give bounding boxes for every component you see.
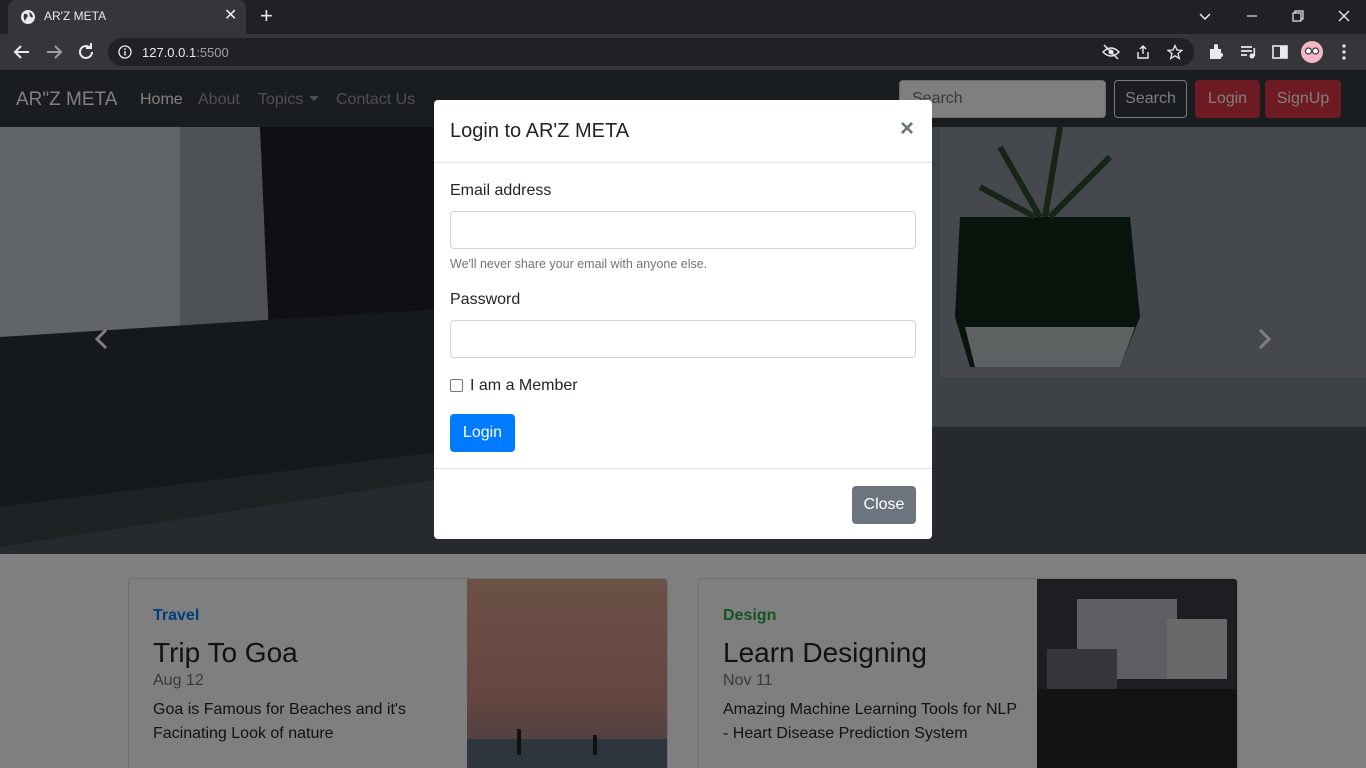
password-label: Password [450,291,521,308]
back-icon[interactable] [10,40,34,64]
tab-close-icon[interactable]: ✕ [224,7,237,25]
forward-icon[interactable] [42,40,66,64]
browser-tabstrip: AR'Z META ✕ + [0,0,1366,34]
bookmark-star-icon[interactable] [1167,44,1183,60]
more-menu-icon[interactable] [1334,42,1354,62]
tab-title: AR'Z META [44,9,107,23]
browser-toolbar: 127.0.0.1:5500 [0,34,1366,70]
member-checkbox-label[interactable]: I am a Member [470,377,578,395]
media-queue-icon[interactable] [1238,42,1258,62]
email-help-text: We'll never share your email with anyone… [450,257,708,271]
reload-icon[interactable] [74,40,98,64]
modal-login-button[interactable]: Login [450,414,515,452]
web-page: AR"Z META Home About Topics Contact Us S… [0,70,1366,768]
email-field[interactable] [450,211,916,249]
url-text: 127.0.0.1:5500 [142,45,229,60]
globe-icon [21,10,35,24]
address-bar[interactable]: 127.0.0.1:5500 [108,38,1194,66]
eye-off-icon[interactable] [1102,44,1120,60]
info-icon[interactable] [118,45,132,59]
side-panel-icon[interactable] [1270,42,1290,62]
share-icon[interactable] [1135,44,1151,60]
window-close-icon[interactable] [1336,8,1352,24]
modal-close-icon[interactable]: × [900,117,914,141]
password-field[interactable] [450,320,916,358]
modal-close-button[interactable]: Close [852,486,916,524]
profile-avatar-icon[interactable] [1300,40,1324,64]
modal-title: Login to AR'Z META [450,120,630,142]
login-modal: Login to AR'Z META × Email address We'll… [434,100,932,539]
browser-tab[interactable]: AR'Z META ✕ [8,0,246,34]
modal-header: Login to AR'Z META × [434,100,932,163]
new-tab-icon[interactable]: + [260,5,273,27]
minimize-icon[interactable] [1244,8,1260,24]
modal-footer: Close [434,468,932,539]
extensions-icon[interactable] [1206,42,1226,62]
member-checkbox[interactable] [450,379,463,392]
email-label: Email address [450,182,552,199]
restore-icon[interactable] [1290,8,1306,24]
tab-search-icon[interactable] [1197,8,1213,24]
